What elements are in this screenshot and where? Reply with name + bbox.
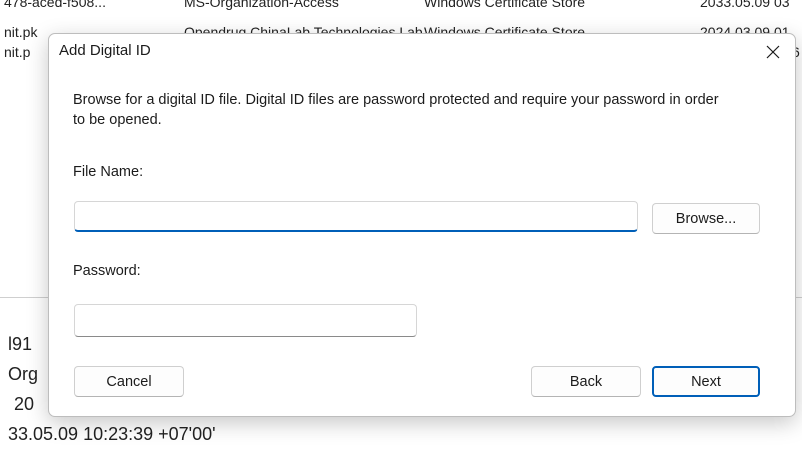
next-button[interactable]: Next — [652, 366, 760, 397]
cert-id-cell: 478-aced-f508... — [4, 0, 106, 10]
cancel-button[interactable]: Cancel — [74, 366, 184, 397]
cert-store-cell: Windows Certificate Store — [424, 0, 586, 10]
detail-line: 20 — [14, 394, 35, 414]
file-name-label: File Name: — [73, 164, 144, 180]
detail-line: 33.05.09 10:23:39 +07'00' — [8, 424, 216, 444]
dialog-description: Browse for a digital ID file. Digital ID… — [73, 92, 719, 128]
detail-line: Org — [8, 364, 39, 384]
cert-id-cell: nit.pk — [4, 24, 38, 40]
add-digital-id-dialog: Add Digital ID Browse for a digital ID f… — [48, 33, 796, 417]
cert-issued-to-cell: MS-Organization-Access — [184, 0, 339, 10]
browse-button[interactable]: Browse... — [652, 203, 760, 234]
close-icon — [766, 45, 780, 59]
back-button[interactable]: Back — [531, 366, 641, 397]
dialog-titlebar[interactable]: Add Digital ID — [49, 34, 795, 70]
certificate-row[interactable]: 478-aced-f508... MS-Organization-Access … — [0, 0, 802, 14]
cert-expiry-cell: 2033.05.09 03 — [700, 0, 790, 10]
dialog-title: Add Digital ID — [59, 42, 151, 59]
password-input[interactable] — [75, 305, 416, 336]
cert-id-cell: nit.p — [4, 44, 31, 60]
close-button[interactable] — [751, 34, 795, 70]
file-name-field[interactable] — [74, 201, 638, 232]
file-name-input[interactable] — [75, 202, 637, 230]
password-field[interactable] — [74, 304, 417, 337]
detail-line: l91 — [8, 334, 33, 354]
password-label: Password: — [73, 263, 141, 279]
